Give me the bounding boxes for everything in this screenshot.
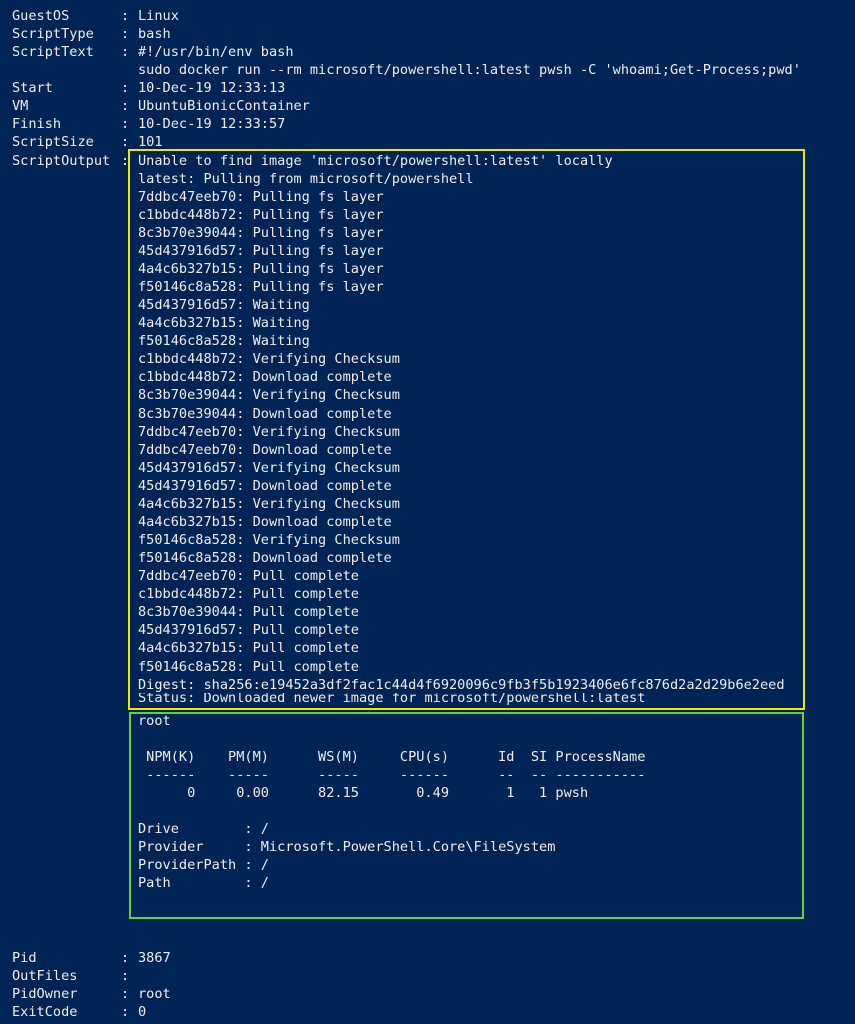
pull-log-line: 7ddbc47eeb70: Download complete (138, 441, 392, 458)
pull-log-line: 4a4c6b327b15: Download complete (138, 513, 392, 530)
prop-key: Start (12, 80, 53, 97)
pull-log-line: f50146c8a528: Download complete (138, 550, 392, 567)
pull-log-line: 4a4c6b327b15: Waiting (138, 315, 310, 332)
pull-log-line: 7ddbc47eeb70: Pull complete (138, 568, 359, 585)
pull-log-line: Digest: sha256:e19452a3df2fac1c44d4f6920… (138, 676, 785, 693)
prop-key: VM (12, 98, 29, 115)
pull-log-line: c1bbdc448b72: Pulling fs layer (138, 206, 384, 223)
pull-log-line: c1bbdc448b72: Verifying Checksum (138, 351, 400, 368)
prop-colon: : (121, 98, 130, 115)
prop-value: UbuntuBionicContainer (138, 98, 310, 115)
process-table-separator: ------ ----- ----- ------ -- -- --------… (138, 766, 646, 783)
status-line-clip: Status: Downloaded newer image for micro… (138, 693, 798, 707)
pull-log-line: f50146c8a528: Pulling fs layer (138, 279, 384, 296)
pull-log-line: 4a4c6b327b15: Pulling fs layer (138, 260, 384, 277)
prop-value: Unable to find image 'microsoft/powershe… (138, 152, 613, 169)
prop-value: #!/usr/bin/env bash (138, 44, 294, 61)
prop-key: OutFiles (12, 968, 78, 985)
prop-colon: : (121, 8, 130, 24)
prop-value: root (138, 986, 171, 1003)
prop-colon: : (121, 968, 130, 985)
prop-colon: : (121, 44, 130, 61)
pull-log-line: 8c3b70e39044: Pull complete (138, 604, 359, 621)
pull-log-line: 8c3b70e39044: Verifying Checksum (138, 387, 400, 404)
prop-colon: : (121, 950, 130, 966)
pull-log-line: 45d437916d57: Download complete (138, 477, 392, 494)
pull-log-line: f50146c8a528: Waiting (138, 333, 310, 350)
prop-key: ScriptType (12, 26, 94, 43)
prop-colon: : (121, 1004, 130, 1021)
prop-value: 3867 (138, 950, 171, 966)
prop-key: GuestOS (12, 8, 70, 24)
pull-log-line: f50146c8a528: Verifying Checksum (138, 532, 400, 549)
prop-value: 101 (138, 134, 163, 151)
prop-colon: : (121, 116, 130, 133)
pull-log-line: 7ddbc47eeb70: Pulling fs layer (138, 188, 384, 205)
pull-log-line: 45d437916d57: Pulling fs layer (138, 242, 384, 259)
pwd-output-line: Drive : / (138, 821, 269, 838)
prop-key: Pid (12, 950, 37, 966)
prop-colon: : (121, 80, 130, 97)
pull-log-line: 8c3b70e39044: Download complete (138, 405, 392, 422)
prop-value: 10-Dec-19 12:33:57 (138, 116, 286, 133)
pull-log-line: c1bbdc448b72: Pull complete (138, 586, 359, 603)
pull-log-line: 45d437916d57: Verifying Checksum (138, 459, 400, 476)
pull-log-line: 4a4c6b327b15: Pull complete (138, 640, 359, 657)
pull-log-line: f50146c8a528: Pull complete (138, 658, 359, 675)
pull-log-line: 45d437916d57: Pull complete (138, 622, 359, 639)
prop-value: 0 (138, 1004, 147, 1021)
pull-log-line: 45d437916d57: Waiting (138, 297, 310, 314)
prop-value: Linux (138, 8, 179, 24)
pwd-output-line: Path : / (138, 875, 269, 892)
pull-log-line: c1bbdc448b72: Download complete (138, 369, 392, 386)
status-line: Status: Downloaded newer image for micro… (138, 693, 646, 706)
whoami-output: root (138, 712, 171, 729)
pull-log-line: 4a4c6b327b15: Verifying Checksum (138, 495, 400, 512)
prop-colon: : (121, 134, 130, 151)
pull-log-line: 8c3b70e39044: Pulling fs layer (138, 224, 384, 241)
prop-key: ScriptText (12, 44, 94, 61)
prop-value: bash (138, 26, 171, 43)
prop-key: ScriptOutput (12, 152, 111, 169)
process-table-row: 0 0.00 82.15 0.49 1 1 pwsh (138, 785, 589, 801)
pull-log-line: latest: Pulling from microsoft/powershel… (138, 170, 474, 187)
prop-colon: : (121, 26, 130, 43)
prop-value: sudo docker run --rm microsoft/powershel… (138, 62, 801, 79)
prop-key: Finish (12, 116, 62, 133)
process-table-header: NPM(K) PM(M) WS(M) CPU(s) Id SI ProcessN… (138, 748, 646, 765)
prop-colon: : (121, 152, 130, 169)
pwd-output-line: ProviderPath : / (138, 857, 269, 874)
pwd-output-line: Provider : Microsoft.PowerShell.Core\Fil… (138, 839, 556, 856)
prop-colon: : (121, 986, 130, 1003)
pull-log-line: 7ddbc47eeb70: Verifying Checksum (138, 423, 400, 440)
prop-key: ExitCode (12, 1004, 78, 1021)
prop-value: 10-Dec-19 12:33:13 (138, 80, 286, 97)
prop-key: ScriptSize (12, 134, 94, 151)
prop-key: PidOwner (12, 986, 78, 1003)
